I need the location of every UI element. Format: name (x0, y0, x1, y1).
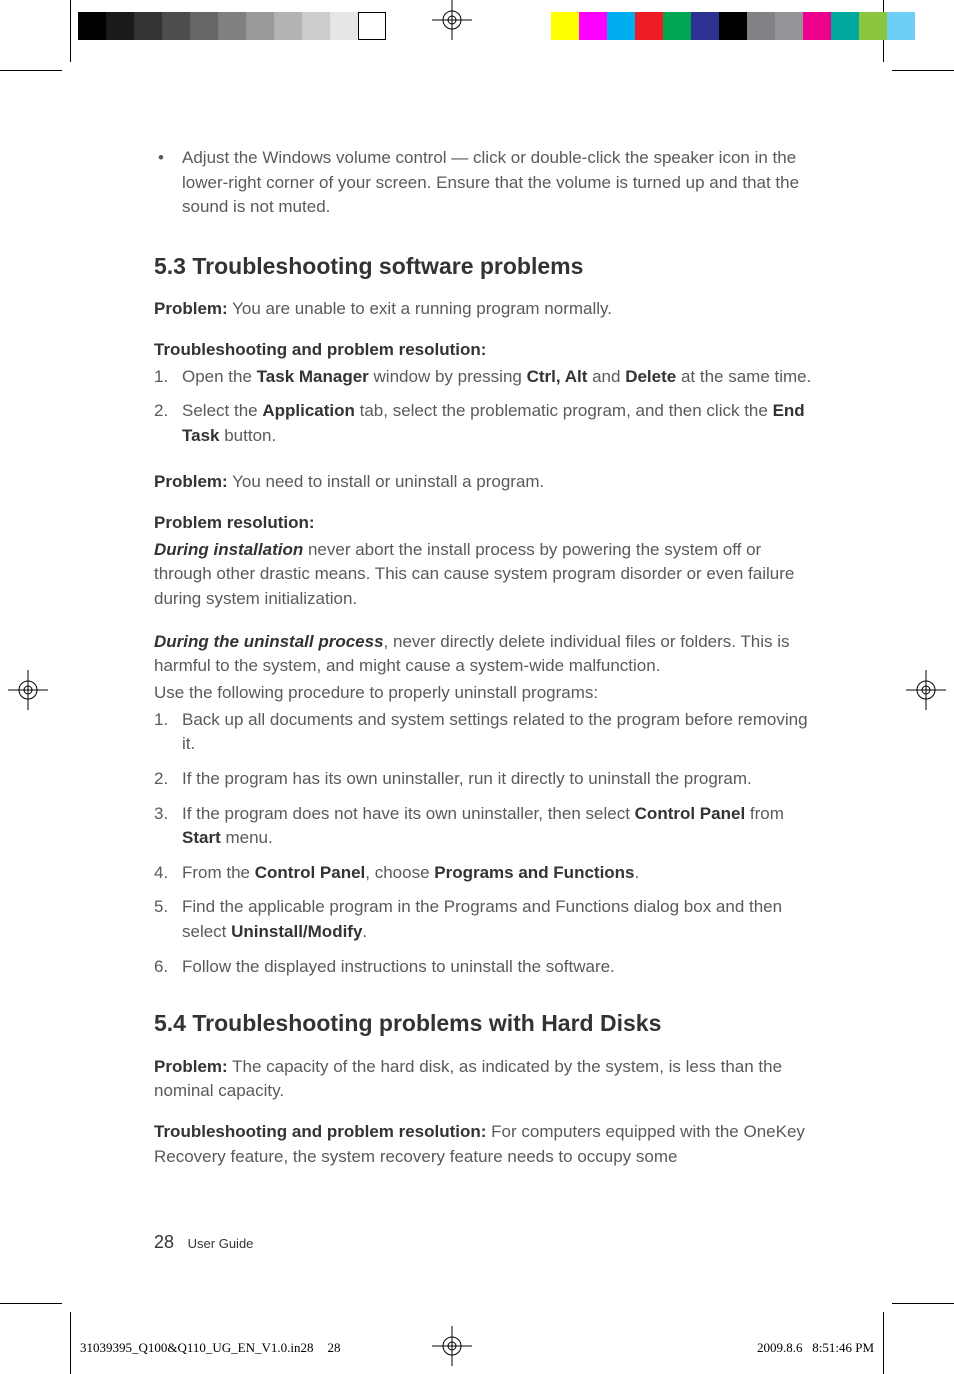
text: menu. (221, 828, 273, 847)
text: button. (220, 426, 277, 445)
paragraph: During installation never abort the inst… (154, 538, 814, 612)
problem-label: Problem: (154, 472, 228, 491)
problem-label: Problem: (154, 1057, 228, 1076)
emphasis-text: During installation (154, 540, 303, 559)
problem-text: You are unable to exit a running program… (228, 299, 612, 318)
text: from (745, 804, 784, 823)
list-item: Adjust the Windows volume control — clic… (154, 146, 814, 220)
doc-title: User Guide (188, 1236, 254, 1251)
text: Open the (182, 367, 257, 386)
problem-text: The capacity of the hard disk, as indica… (154, 1057, 782, 1101)
crop-mark (70, 1312, 71, 1374)
bold-text: Programs and Functions (434, 863, 634, 882)
problem-statement: Problem: You need to install or uninstal… (154, 470, 814, 495)
text: , choose (365, 863, 434, 882)
slug-signature: 28 (328, 1340, 341, 1356)
list-item: If the program does not have its own uni… (154, 802, 814, 851)
list-item: From the Control Panel, choose Programs … (154, 861, 814, 886)
problem-statement: Problem: You are unable to exit a runnin… (154, 297, 814, 322)
text: . (362, 922, 367, 941)
resolution-label: Problem resolution: (154, 511, 814, 536)
crop-mark (0, 1303, 62, 1304)
crop-mark (892, 70, 954, 71)
bold-text: Application (262, 401, 355, 420)
crop-mark (0, 70, 62, 71)
paragraph: Troubleshooting and problem resolution: … (154, 1120, 814, 1169)
bold-text: Delete (625, 367, 676, 386)
slug-filename: 31039395_Q100&Q110_UG_EN_V1.0.in28 (80, 1340, 314, 1356)
text: If the program does not have its own uni… (182, 804, 635, 823)
ordered-list: Back up all documents and system setting… (154, 708, 814, 980)
list-item: Follow the displayed instructions to uni… (154, 955, 814, 980)
paragraph: Use the following procedure to properly … (154, 681, 814, 706)
bold-text: Task Manager (257, 367, 369, 386)
page-number: 28 (154, 1232, 174, 1252)
section-heading-5-3: 5.3 Troubleshooting software problems (154, 250, 814, 283)
bold-text: Control Panel (635, 804, 746, 823)
list-item: Back up all documents and system setting… (154, 708, 814, 757)
bold-text: Uninstall/Modify (231, 922, 362, 941)
text: Select the (182, 401, 262, 420)
page-footer: 28 User Guide (154, 1232, 253, 1253)
print-slug-line: 31039395_Q100&Q110_UG_EN_V1.0.in28 28 20… (80, 1340, 874, 1356)
slug-time: 8:51:46 PM (812, 1340, 874, 1355)
list-item: Select the Application tab, select the p… (154, 399, 814, 448)
crop-mark (892, 1303, 954, 1304)
text: . (635, 863, 640, 882)
problem-text: You need to install or uninstall a progr… (228, 472, 545, 491)
list-item: Open the Task Manager window by pressing… (154, 365, 814, 390)
bullet-list: Adjust the Windows volume control — clic… (154, 146, 814, 220)
registration-mark-icon (906, 670, 946, 710)
bold-text: Ctrl, Alt (527, 367, 588, 386)
registration-mark-icon (432, 0, 472, 40)
printer-color-bars (0, 12, 954, 60)
page-content: Adjust the Windows volume control — clic… (154, 146, 814, 1185)
troubleshooting-label: Troubleshooting and problem resolution: (154, 1122, 486, 1141)
list-item: Find the applicable program in the Progr… (154, 895, 814, 944)
list-item: If the program has its own uninstaller, … (154, 767, 814, 792)
bold-text: Control Panel (255, 863, 366, 882)
troubleshooting-label: Troubleshooting and problem resolution: (154, 338, 814, 363)
text: at the same time. (676, 367, 811, 386)
problem-label: Problem: (154, 299, 228, 318)
bold-text: Start (182, 828, 221, 847)
crop-mark (883, 1312, 884, 1374)
text: and (587, 367, 625, 386)
slug-date: 2009.8.6 (757, 1340, 803, 1355)
text: tab, select the problematic program, and… (355, 401, 773, 420)
paragraph: During the uninstall process, never dire… (154, 630, 814, 679)
text: window by pressing (369, 367, 527, 386)
problem-statement: Problem: The capacity of the hard disk, … (154, 1055, 814, 1104)
ordered-list: Open the Task Manager window by pressing… (154, 365, 814, 449)
text: From the (182, 863, 255, 882)
registration-mark-icon (8, 670, 48, 710)
emphasis-text: During the uninstall process (154, 632, 384, 651)
section-heading-5-4: 5.4 Troubleshooting problems with Hard D… (154, 1007, 814, 1040)
